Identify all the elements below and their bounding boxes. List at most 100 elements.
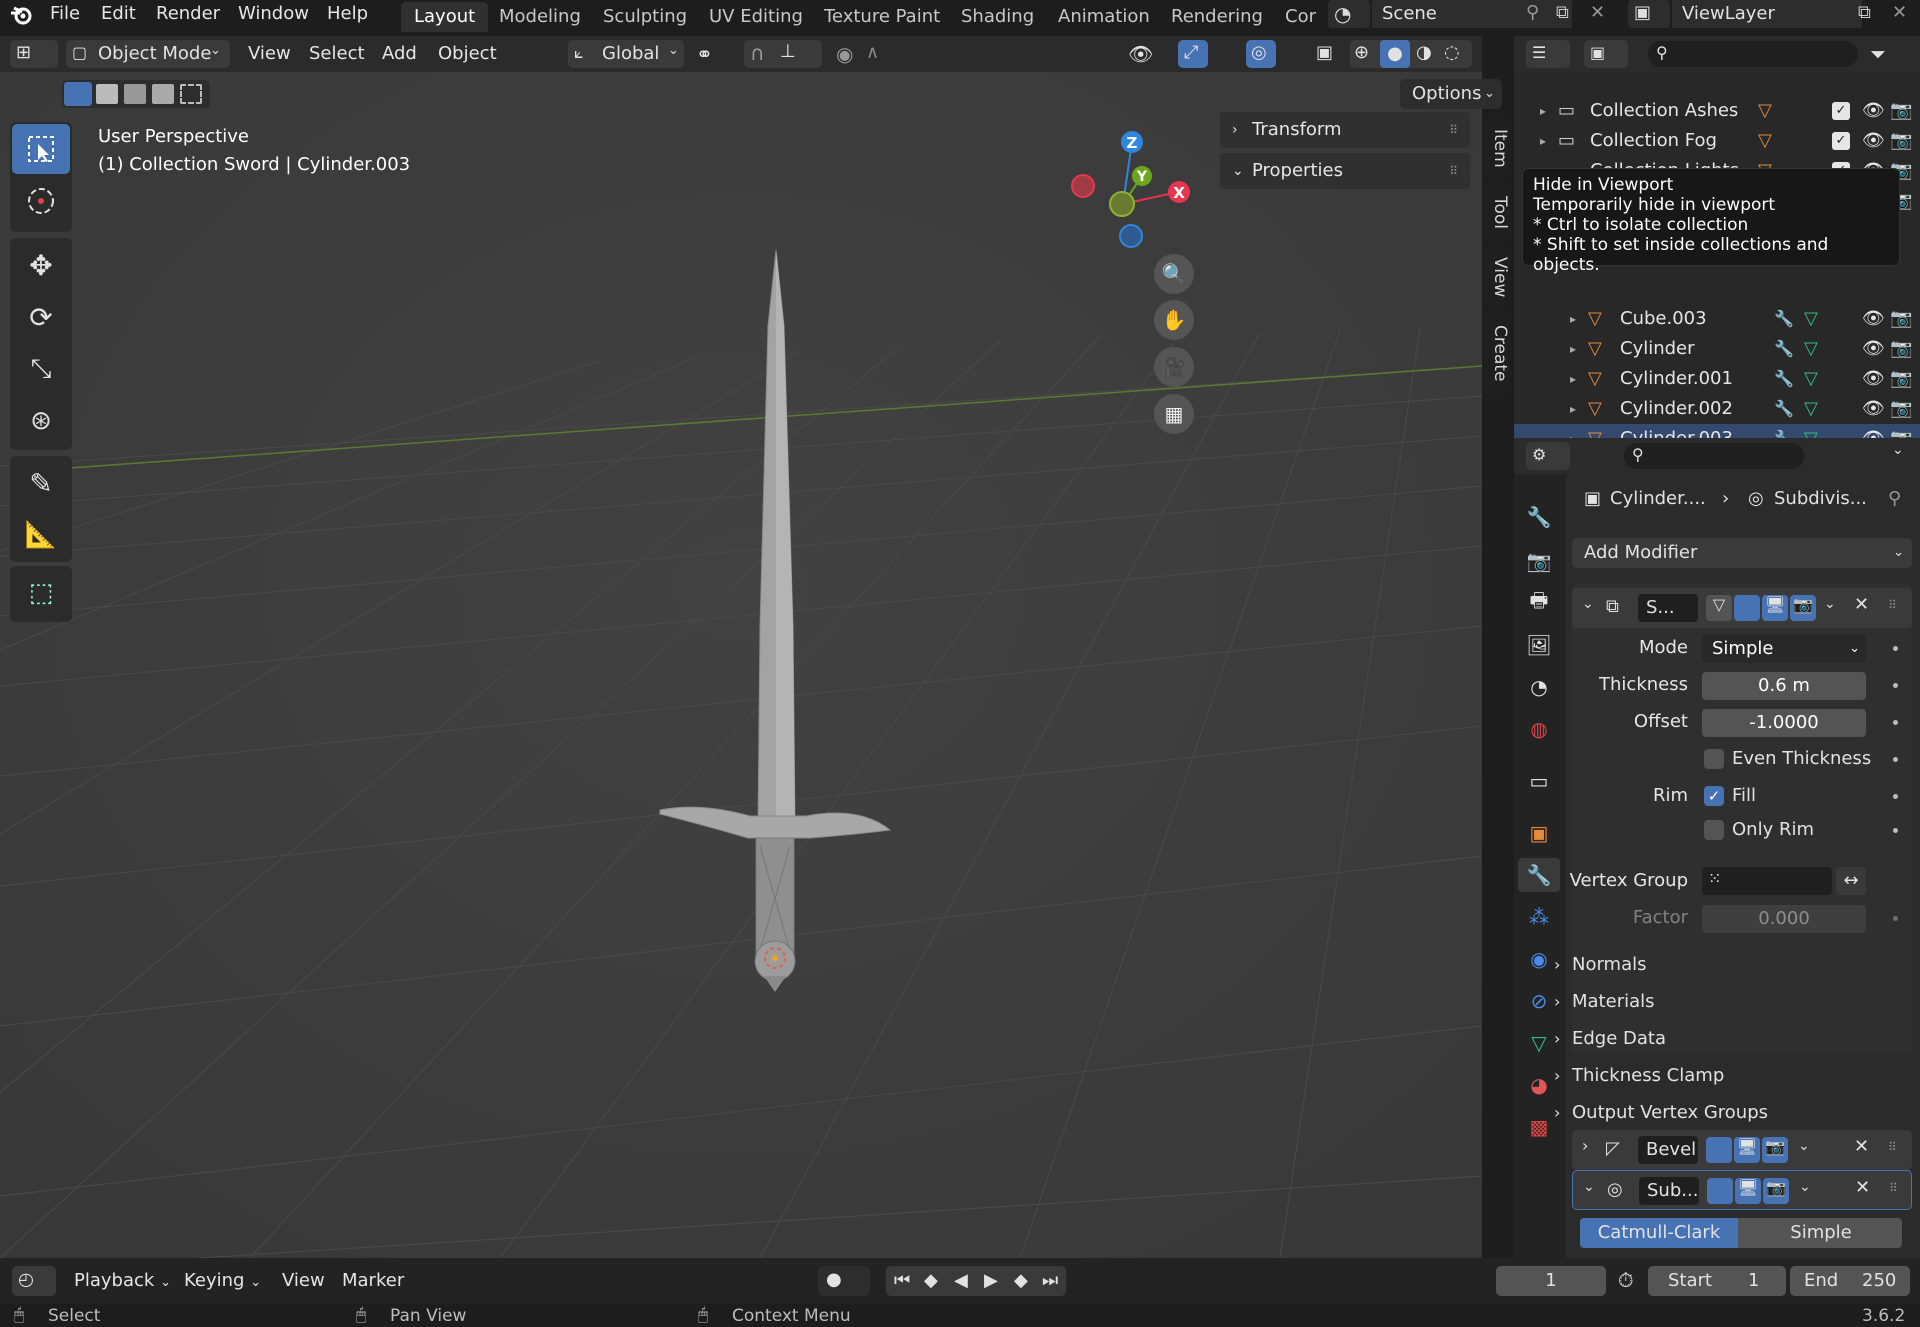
editor-type-button[interactable]: ⊞ [10,40,58,68]
tab-create[interactable]: Create [1482,312,1510,394]
transform-panel-header[interactable]: › Transform ⠿ [1220,112,1470,148]
close-icon[interactable]: ✕ [1855,1177,1870,1198]
tool-tab-icon[interactable]: 🔧 [1526,504,1552,530]
thickness-field[interactable]: 0.6 m [1702,672,1866,700]
menu-select[interactable]: Select [309,36,365,72]
outliner-item-label[interactable]: Cylinder.002 [1620,394,1733,424]
render-icon[interactable]: 📷 [1790,595,1816,621]
cage-icon[interactable] [1707,1178,1733,1204]
outliner-editor-type-button[interactable]: ☰ [1526,40,1570,68]
menu-help[interactable]: Help [327,0,368,28]
toggle-projection-button[interactable]: ▦ [1154,394,1194,434]
new-scene-icon[interactable]: ⧉ [1556,2,1569,23]
eye-icon[interactable]: 👁 [1862,304,1885,334]
camera-view-button[interactable]: 🎥 [1154,347,1194,387]
xray-icon[interactable]: ▣ [1316,42,1333,63]
solidify-modifier-header[interactable]: ⌄ ⧉ S... ▽ 🖥 📷 ⌄ ✕ ⠿ [1572,588,1912,628]
properties-search-input[interactable]: ⚲ [1624,443,1804,469]
eye-icon[interactable]: 👁 [1862,126,1885,156]
stopwatch-icon[interactable]: ⏱ [1618,1268,1634,1292]
start-frame-field[interactable]: Start 1 [1648,1266,1786,1296]
neg-y-axis-icon[interactable] [1109,191,1135,217]
menu-playback[interactable]: Playback ⌄ [74,1263,171,1299]
viewlayer-selector-button[interactable]: ▣ [1628,0,1670,28]
tab-uv-editing[interactable]: UV Editing [696,2,816,32]
navigation-gizmo[interactable]: Z Y X [1060,124,1200,254]
menu-view[interactable]: View [248,36,291,72]
menu-add[interactable]: Add [382,36,417,72]
next-keyframe-icon[interactable]: ◆ [1014,1266,1028,1296]
offset-field[interactable]: -1.0000 [1702,709,1866,737]
menu-render[interactable]: Render [156,0,220,28]
neg-z-axis-icon[interactable] [1119,224,1143,248]
subpanel-header[interactable]: › Thickness Clamp [1514,1058,1920,1094]
menu-window[interactable]: Window [238,0,309,28]
select-invert-icon[interactable] [152,84,174,104]
keyframe-dot-icon[interactable] [1893,757,1898,762]
tab-texture-paint[interactable]: Texture Paint [811,2,953,32]
select-new-icon[interactable] [64,82,92,106]
outliner-row[interactable]: ▸ ▭ Collection Fog ▽ ✓ 👁 📷 [1514,126,1920,156]
chevron-right-icon[interactable]: › [1582,1136,1588,1155]
zoom-button[interactable]: 🔍 [1154,254,1194,294]
chevron-down-icon[interactable]: ⌄ [1892,442,1904,458]
camera-render-icon[interactable]: 📷 [1890,394,1912,424]
eye-icon[interactable]: 👁 [1862,394,1885,424]
chevron-down-icon[interactable]: ⌄ [1582,596,1594,612]
timeline-editor-type-button[interactable]: ◴ [12,1266,56,1296]
menu-edit[interactable]: Edit [101,0,136,28]
eye-icon[interactable]: 👁 [1862,364,1885,394]
overlays-toggle[interactable]: ◎ [1246,40,1276,68]
rotate-tool[interactable]: ⟳ [12,292,70,342]
camera-render-icon[interactable]: 📷 [1890,364,1912,394]
eye-icon[interactable]: 👁 [1862,334,1885,364]
drag-handle-icon[interactable]: ⠿ [1449,112,1458,148]
outliner-search-input[interactable]: ⚲ [1648,41,1858,67]
keyframe-dot-icon[interactable] [1893,916,1898,921]
mode-dropdown[interactable]: Simple ⌄ [1702,635,1866,663]
modifier-wrench-icon[interactable]: 🔧 [1774,304,1794,334]
modifier-wrench-icon[interactable]: 🔧 [1774,394,1794,424]
jump-end-icon[interactable]: ⏭ [1042,1266,1058,1296]
close-icon[interactable]: ✕ [1854,594,1869,615]
viewlayer-name-field[interactable]: ViewLayer [1672,0,1862,28]
keyframe-dot-icon[interactable] [1893,683,1898,688]
menu-timeline-view[interactable]: View [282,1263,325,1299]
disclosure-triangle-icon[interactable]: ▸ [1570,394,1576,424]
tab-item[interactable]: Item [1482,118,1510,178]
exclude-checkbox[interactable]: ✓ [1832,132,1850,150]
transform-orientation-selector[interactable]: ⟀ Global ⌄ [568,40,684,68]
catmull-clark-option[interactable]: Catmull-Clark [1580,1218,1738,1248]
sword-mesh[interactable] [640,206,900,1006]
pin-icon[interactable]: ⚲ [1888,484,1901,514]
menu-keying[interactable]: Keying ⌄ [184,1263,261,1299]
select-subtract-icon[interactable] [124,84,146,104]
select-intersect-icon[interactable] [180,84,202,104]
properties-panel-header[interactable]: ⌄ Properties ⠿ [1220,153,1470,189]
exclude-checkbox[interactable]: ✓ [1832,102,1850,120]
outliner-row[interactable]: ▸ ▽ Cylinder 🔧 ▽ 👁 📷 [1514,334,1920,364]
cage-icon[interactable] [1706,1137,1732,1163]
visibility-icon[interactable]: 👁 [1128,42,1153,66]
viewport-display-icon[interactable]: 🖥 [1762,595,1788,621]
tab-view[interactable]: View [1482,248,1510,306]
add-modifier-button[interactable]: Add Modifier ⌄ [1572,538,1912,568]
chevron-down-icon[interactable]: ⌄ [1583,1179,1595,1195]
invert-vertex-group-button[interactable]: ↔ [1836,867,1866,895]
neg-x-axis-icon[interactable] [1071,174,1095,198]
camera-render-icon[interactable]: 📷 [1890,126,1912,156]
modifier-name-field[interactable]: S... [1638,594,1698,622]
camera-render-icon[interactable]: 📷 [1890,334,1912,364]
tab-layout[interactable]: Layout [401,2,489,32]
modifier-name-field[interactable]: Bevel [1638,1136,1698,1164]
gizmo-toggle[interactable]: ⤢ [1178,40,1208,68]
move-tool[interactable]: ✥ [12,240,70,290]
tab-compositing[interactable]: Cor [1272,2,1329,32]
cursor-tool[interactable] [12,176,70,226]
modifier-wrench-icon[interactable]: 🔧 [1774,364,1794,394]
viewport-display-icon[interactable]: 🖥 [1735,1178,1761,1204]
outliner-item-label[interactable]: Cylinder [1620,334,1695,364]
scale-tool[interactable]: ⤡ [12,344,70,394]
blender-logo-icon[interactable] [10,4,34,26]
delete-viewlayer-icon[interactable]: ✕ [1892,2,1907,23]
